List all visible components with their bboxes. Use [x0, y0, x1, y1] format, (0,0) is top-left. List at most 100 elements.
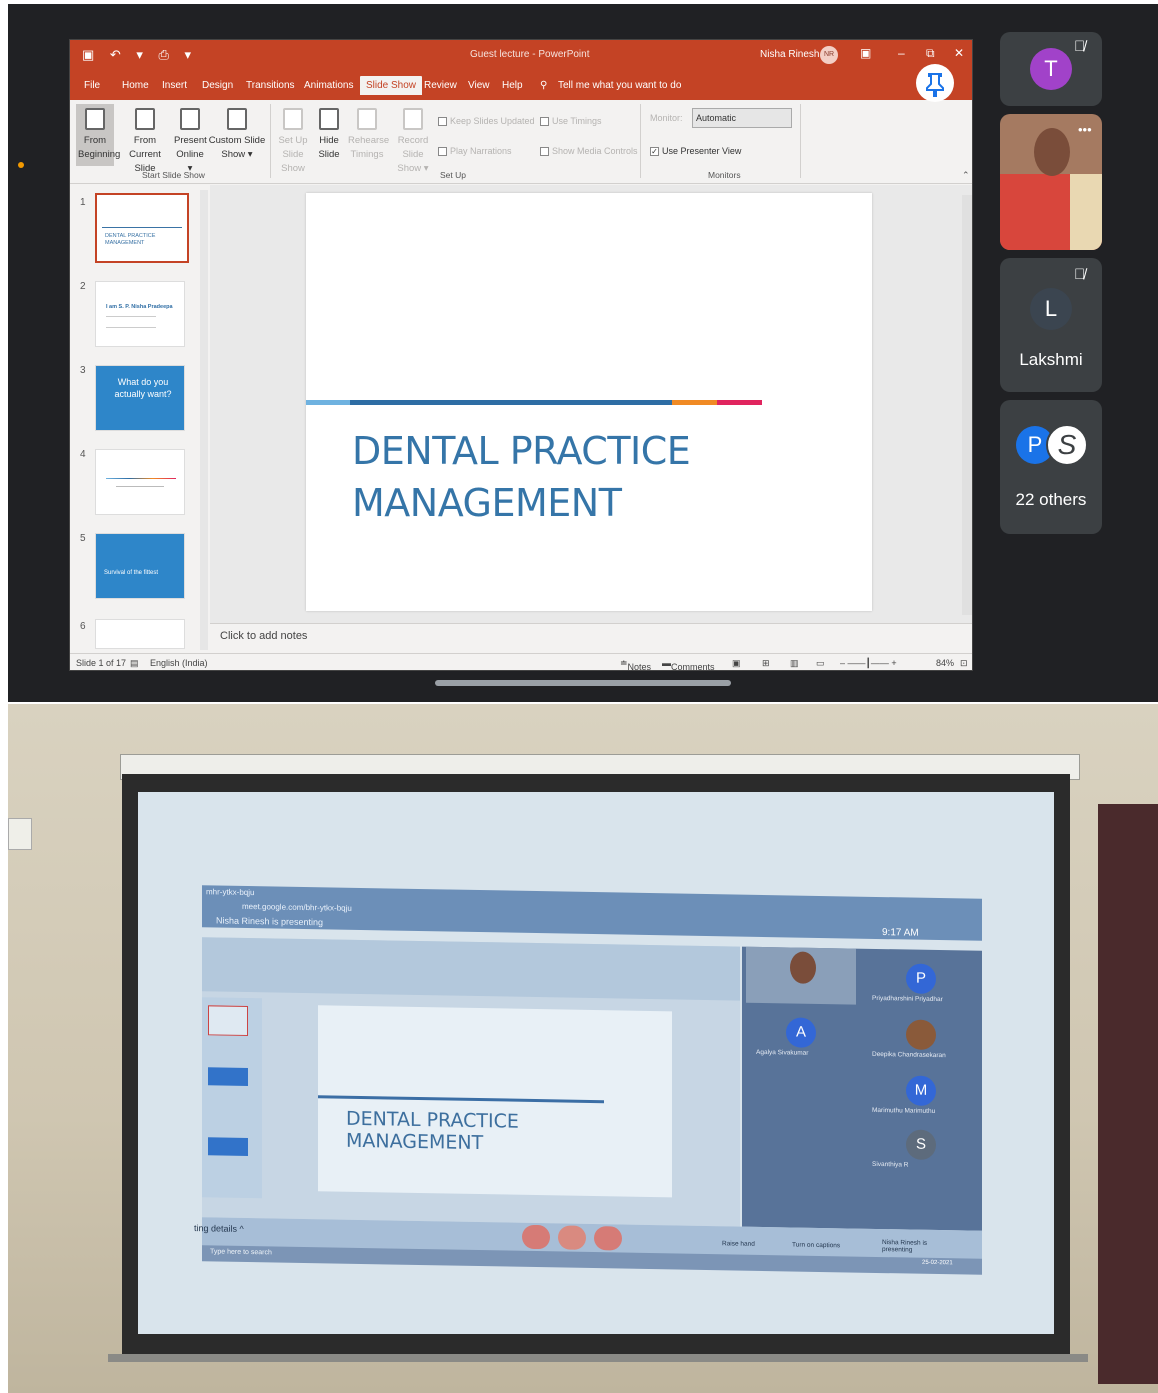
slideshow-view-icon[interactable]: ▭: [816, 658, 825, 669]
zoom-slider[interactable]: – ——┃—— +: [840, 658, 897, 669]
use-presenter-view-checkbox[interactable]: ✓ Use Presenter View: [650, 146, 741, 157]
projected-presenting-control: Nisha Rinesh is presenting: [882, 1239, 928, 1254]
from-beginning-label-2: Beginning: [78, 149, 121, 160]
others-count: 22 others: [1015, 490, 1087, 509]
powerpoint-window[interactable]: ▣ ↶ ▾ ⎙ ▾ Guest lecture - PowerPoint Nis…: [69, 39, 973, 671]
thumb-text: Survival of the fittest: [104, 570, 159, 576]
pin-button[interactable]: [916, 64, 954, 102]
fit-slide-icon[interactable]: ⊡: [960, 658, 968, 669]
slide-thumbnail-1[interactable]: DENTAL PRACTICE MANAGEMENT: [95, 193, 189, 263]
projected-title-line-1: DENTAL PRACTICE: [346, 1107, 519, 1133]
slide-thumbnail-2[interactable]: I am S. P. Nisha Pradeepa: [95, 281, 185, 347]
quick-access-toolbar[interactable]: ▣ ↶ ▾ ⎙ ▾: [82, 47, 197, 63]
projector-photo: mhr-ytkx-bqju meet.google.com/bhr-ytkx-b…: [8, 704, 1158, 1393]
show-media-label: Show Media Controls: [552, 146, 638, 156]
comments-button[interactable]: ▬ Comments: [662, 658, 715, 670]
slide-thumbnail-5[interactable]: Survival of the fittest: [95, 533, 185, 599]
hide-slide-label-2: Slide: [318, 149, 340, 160]
collapse-ribbon-icon[interactable]: ⌃: [962, 170, 970, 181]
record-icon: [403, 108, 423, 130]
slide-title[interactable]: DENTAL PRACTICE MANAGEMENT: [352, 425, 691, 529]
spelling-icon[interactable]: ▤: [130, 658, 139, 669]
participant-tile-others[interactable]: P S 22 others: [1000, 400, 1102, 534]
thumb-number: 6: [80, 621, 86, 632]
slide-thumbnails-pane: 1 DENTAL PRACTICE MANAGEMENT 2 I am S. P…: [70, 185, 210, 653]
tab-review[interactable]: Review: [424, 80, 457, 91]
record-slide-show-button[interactable]: Record Slide Show ▾: [388, 108, 438, 176]
slide-thumbnail-4[interactable]: [95, 449, 185, 515]
slide-thumbnail-3[interactable]: What do you actually want?: [95, 365, 185, 431]
checkbox-icon: [540, 147, 549, 157]
projected-title-line-2: MANAGEMENT: [346, 1129, 484, 1155]
more-options-icon[interactable]: •••: [1078, 122, 1092, 137]
notes-pane[interactable]: Click to add notes: [210, 623, 972, 651]
projected-thumbnails: [202, 997, 262, 1199]
use-timings-checkbox[interactable]: Use Timings: [540, 116, 602, 127]
mic-off-icon: 🎙̸: [1074, 38, 1086, 55]
ribbon-display-icon[interactable]: ▣: [860, 46, 871, 60]
thumb-text: I am S. P. Nisha Pradeepa: [106, 304, 173, 310]
monitor-dropdown[interactable]: Automatic: [692, 108, 792, 128]
from-current-button[interactable]: From Current Slide: [118, 108, 172, 176]
present-online-button[interactable]: Present Online ▾: [174, 108, 207, 176]
play-narrations-checkbox[interactable]: Play Narrations: [438, 146, 512, 157]
slide-scrollbar[interactable]: [962, 195, 972, 615]
rehearse-icon: [357, 108, 377, 130]
show-media-controls-checkbox[interactable]: Show Media Controls: [540, 146, 638, 157]
slide-accent-bar: [306, 400, 762, 405]
tell-me-search[interactable]: Tell me what you want to do: [558, 80, 681, 91]
monitor-label: Monitor:: [650, 113, 683, 123]
close-icon[interactable]: ✕: [954, 46, 964, 60]
hide-slide-button[interactable]: Hide Slide: [316, 108, 342, 162]
custom-slide-show-button[interactable]: Custom Slide Show ▾: [208, 108, 266, 162]
thumb-text: What do you actually want?: [114, 377, 172, 399]
video-background: [1070, 174, 1102, 250]
tab-view[interactable]: View: [468, 80, 490, 91]
keep-slides-updated-checkbox[interactable]: Keep Slides Updated: [438, 116, 535, 127]
zoom-level[interactable]: 84%: [936, 658, 954, 668]
participant-tile-lakshmi[interactable]: L 🎙̸ Lakshmi: [1000, 258, 1102, 392]
reading-view-icon[interactable]: ▥: [790, 658, 799, 669]
projected-avatar: A: [786, 1017, 816, 1048]
participant-tile-video[interactable]: •••: [1000, 114, 1102, 250]
tab-slide-show[interactable]: Slide Show: [360, 76, 423, 95]
slide-sorter-icon[interactable]: ⊞: [762, 658, 770, 669]
tab-insert[interactable]: Insert: [162, 80, 187, 91]
slide-editor[interactable]: DENTAL PRACTICE MANAGEMENT: [210, 185, 972, 623]
wall-switch: [8, 818, 32, 850]
from-beginning-button[interactable]: From Beginning: [76, 104, 120, 166]
set-up-slide-show-button[interactable]: Set Up Slide Show: [274, 108, 312, 176]
present-online-label-1: Present: [174, 135, 207, 146]
projected-slide-bar: [318, 1095, 604, 1104]
rehearse-timings-button[interactable]: Rehearse Timings: [348, 108, 389, 162]
tab-help[interactable]: Help: [502, 80, 523, 91]
user-avatar[interactable]: NR: [820, 46, 838, 64]
participant-tile-t[interactable]: T 🎙̸: [1000, 32, 1102, 106]
notes-button[interactable]: ≐ Notes: [620, 658, 651, 670]
status-bar: Slide 1 of 17 ▤ English (India) ≐ Notes …: [70, 653, 972, 670]
projected-search: Type here to search: [210, 1248, 272, 1257]
restore-icon[interactable]: ⧉: [926, 46, 935, 61]
hide-slide-label-1: Hide: [319, 135, 339, 146]
minimize-icon[interactable]: –: [898, 46, 905, 60]
tab-transitions[interactable]: Transitions: [246, 80, 295, 91]
slideshow-icon: [135, 108, 155, 130]
tab-design[interactable]: Design: [202, 80, 233, 91]
participant-avatar: T: [1030, 48, 1072, 90]
slide-thumbnail-6[interactable]: [95, 619, 185, 649]
tab-animations[interactable]: Animations: [304, 80, 353, 91]
projected-person-name: Marimuthu Marimuthu: [872, 1106, 936, 1115]
projected-tab-title: mhr-ytkx-bqju: [206, 887, 255, 898]
normal-view-icon[interactable]: ▣: [732, 658, 741, 669]
thumbnail-scrollbar[interactable]: [200, 190, 208, 650]
language[interactable]: English (India): [150, 658, 208, 668]
user-name[interactable]: Nisha Rinesh: [760, 49, 819, 60]
projected-avatar: P: [906, 963, 936, 995]
thumb-number: 3: [80, 365, 86, 376]
tab-file[interactable]: File: [84, 80, 100, 91]
tab-home[interactable]: Home: [122, 80, 149, 91]
from-current-label-1: From: [133, 135, 157, 146]
swipe-handle[interactable]: [435, 680, 731, 686]
current-slide[interactable]: DENTAL PRACTICE MANAGEMENT: [306, 193, 872, 611]
participant-avatar-s: S: [1046, 424, 1088, 466]
